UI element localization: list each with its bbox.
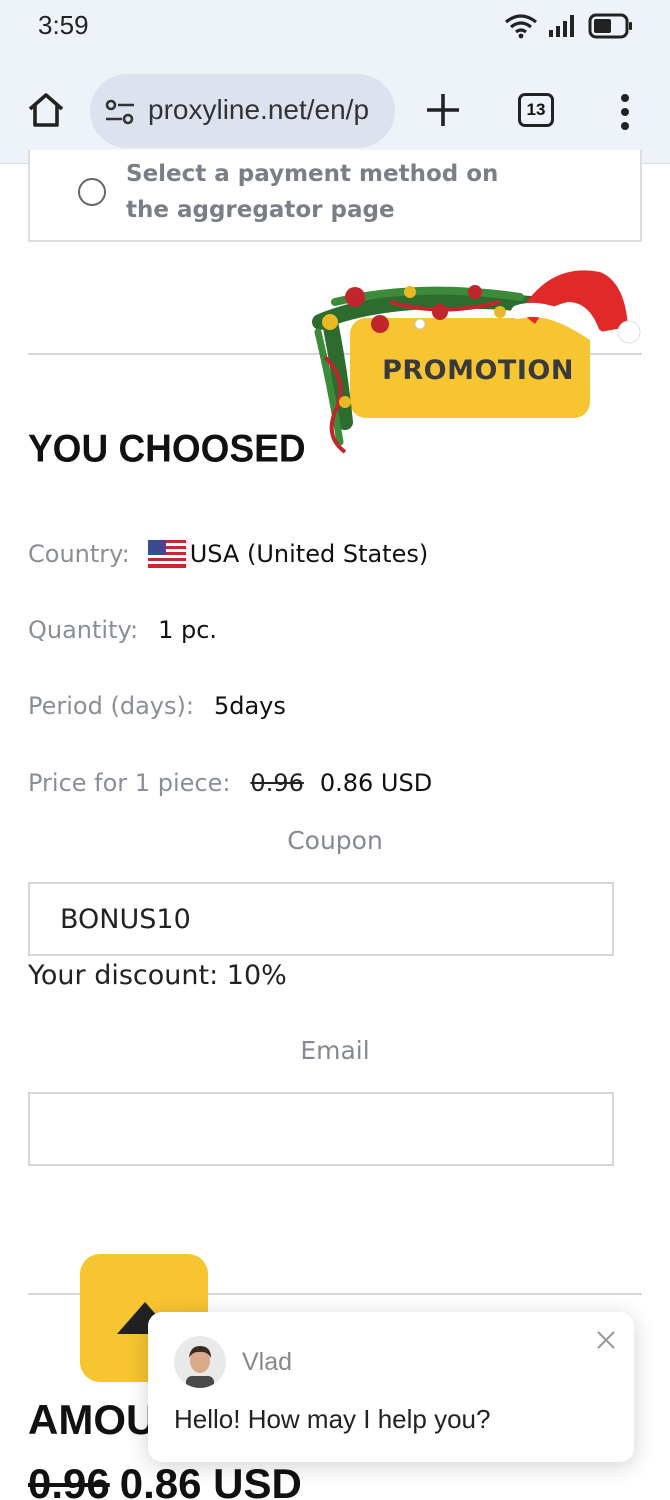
new-tab-icon[interactable] (421, 88, 465, 132)
url-text: proxyline.net/en/p (148, 94, 370, 125)
tab-count: 13 (526, 100, 546, 119)
chat-agent-name: Vlad (242, 1348, 293, 1376)
usa-flag-icon (147, 540, 186, 568)
period-label: Period (days): (28, 692, 194, 720)
christmas-decoration-icon (312, 270, 641, 454)
status-time: 3:59 (38, 10, 89, 40)
battery-icon (588, 13, 632, 39)
coupon-input[interactable]: BONUS10 (28, 882, 614, 956)
agent-avatar-icon (174, 1336, 226, 1388)
address-bar[interactable]: proxyline.net/en/p (90, 74, 395, 148)
period-value: 5days (213, 692, 286, 720)
amount-old: 0.96 (28, 1460, 110, 1500)
more-menu-icon[interactable] (608, 90, 642, 134)
avatar (174, 1336, 226, 1388)
amount-new: 0.86 USD (119, 1460, 302, 1500)
site-settings-icon[interactable] (104, 98, 136, 126)
wifi-icon (505, 14, 537, 39)
payment-option-aggregator[interactable]: Select a payment method on the aggregato… (28, 150, 642, 242)
order-heading: YOU CHOOSED (28, 426, 306, 470)
country-value: USA (United States) (189, 540, 429, 568)
tabs-button[interactable]: 13 (518, 93, 554, 127)
payment-option-label: Select a payment method on the aggregato… (126, 161, 499, 223)
close-icon[interactable] (594, 1328, 618, 1352)
price-label: Price for 1 piece: (28, 769, 231, 797)
chat-message: Hello! How may I help you? (174, 1404, 491, 1434)
country-row: Country: USA (United States) (28, 540, 428, 568)
price-old: 0.96 (250, 769, 304, 797)
quantity-label: Quantity: (28, 616, 139, 644)
browser-toolbar: proxyline.net/en/p 13 (0, 52, 670, 164)
email-label: Email (300, 1036, 370, 1065)
period-row: Period (days): 5days (28, 692, 286, 720)
payment-radio[interactable] (78, 178, 106, 206)
amount-total: 0.96 0.86 USD (28, 1460, 302, 1500)
coupon-label: Coupon (287, 826, 383, 855)
price-row: Price for 1 piece: 0.96 0.86 USD (28, 769, 432, 797)
chat-popup[interactable]: Vlad Hello! How may I help you? (148, 1312, 634, 1462)
country-label: Country: (28, 540, 130, 568)
home-icon (28, 93, 64, 127)
signal-icon (549, 15, 574, 37)
email-input[interactable] (28, 1092, 614, 1166)
quantity-row: Quantity: 1 pc. (28, 616, 217, 644)
status-bar: 3:59 (0, 0, 670, 52)
status-icons (504, 10, 634, 42)
home-button[interactable] (24, 88, 68, 132)
quantity-value: 1 pc. (158, 616, 218, 644)
price-new: 0.86 USD (319, 769, 433, 797)
discount-text: Your discount: 10% (28, 960, 287, 991)
